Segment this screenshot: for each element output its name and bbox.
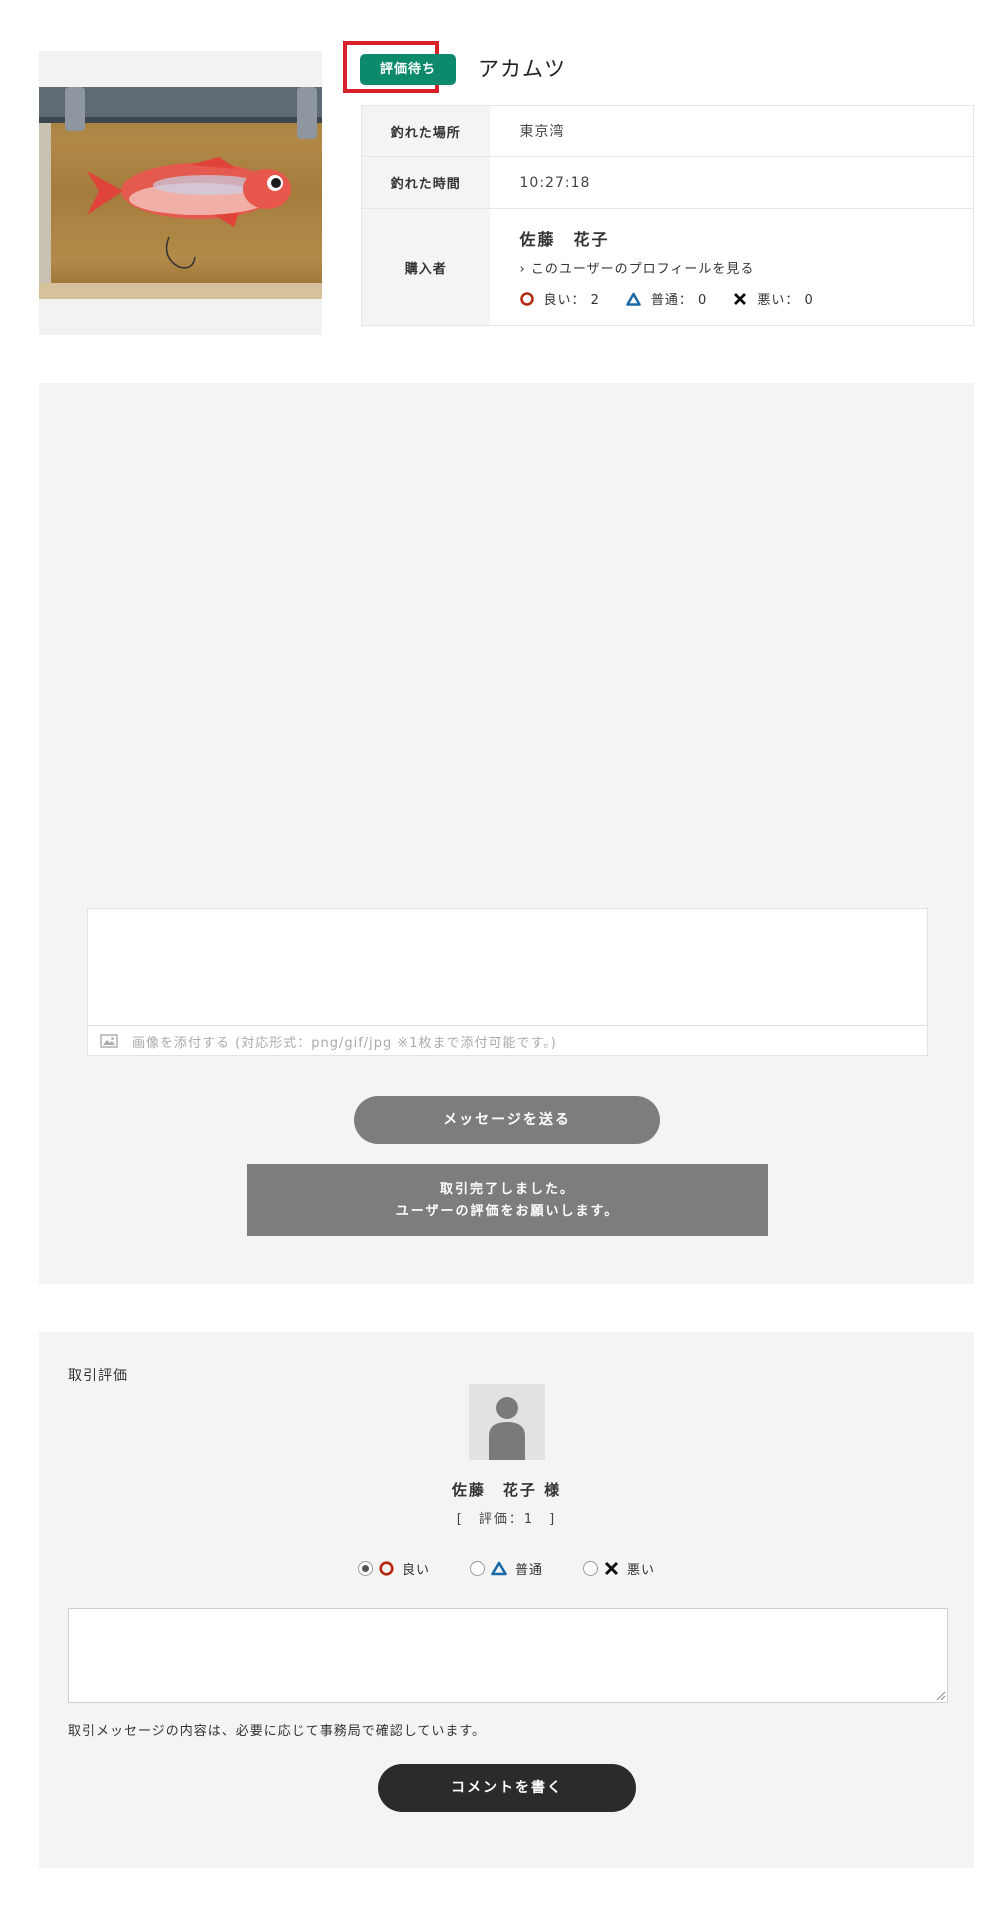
rating-normal-text: 普通： 0 (650, 293, 708, 308)
cross-icon (734, 292, 747, 305)
item-details-table: 釣れた場所 東京湾 釣れた時間 10:27:18 購入者 佐藤 花子 › このユ… (361, 105, 974, 326)
profile-link-label: このユーザーのプロフィールを見る (530, 262, 755, 277)
attach-image-button[interactable]: 画像を添付する (対応形式：png/gif/jpg ※1枚まで添付可能です。) (88, 1025, 927, 1056)
image-icon (100, 1034, 118, 1048)
profile-link[interactable]: › このユーザーのプロフィールを見る (520, 258, 974, 277)
triangle-icon (491, 1561, 507, 1576)
review-title: 取引評価 (68, 1368, 128, 1384)
location-label: 釣れた場所 (361, 105, 490, 157)
triangle-icon (626, 292, 641, 306)
complete-line-1: 取引完了しました。 (439, 1182, 575, 1197)
rating-option-normal[interactable]: 普通 (469, 1559, 543, 1578)
user-silhouette-icon (489, 1397, 525, 1460)
status-badge: 評価待ち (360, 54, 456, 85)
complete-line-2: ユーザーの評価をお願いします。 (395, 1204, 620, 1219)
fish-photo-frame (39, 51, 322, 335)
message-compose-box: 画像を添付する (対応形式：png/gif/jpg ※1枚まで添付可能です。) (87, 908, 928, 1056)
buyer-ratings: 良い： 2 普通： 0 悪い： 0 (519, 289, 974, 308)
rating-good: 良い： 2 (519, 289, 600, 308)
resize-grip-icon[interactable] (934, 1689, 946, 1701)
rating-option-bad-label: 悪い (627, 1563, 656, 1578)
fish-photo (39, 87, 322, 299)
rating-bad: 悪い： 0 (733, 289, 813, 308)
radio-good[interactable] (357, 1561, 373, 1576)
buyer-label: 購入者 (361, 208, 490, 326)
review-comment-input[interactable] (68, 1608, 948, 1703)
avatar (469, 1384, 545, 1460)
review-panel: 取引評価 佐藤 花子 様 [ 評価：1 ] 良い 普通 悪い 取引メッセージの内… (39, 1332, 974, 1868)
send-message-button[interactable]: メッセージを送る (354, 1096, 660, 1144)
rating-option-normal-label: 普通 (514, 1563, 543, 1578)
circle-icon (519, 291, 534, 306)
buyer-cell: 佐藤 花子 › このユーザーのプロフィールを見る 良い： 2 普通： 0 悪い：… (489, 208, 974, 326)
radio-bad[interactable] (583, 1561, 598, 1576)
rating-normal: 普通： 0 (626, 289, 707, 308)
rating-option-good-label: 良い (401, 1563, 430, 1578)
location-value: 東京湾 (519, 124, 565, 140)
item-title: アカムツ (478, 57, 566, 81)
rating-good-text: 良い： 2 (543, 293, 600, 308)
rating-option-bad[interactable]: 悪い (583, 1559, 655, 1578)
chevron-right-icon: › (519, 262, 526, 277)
message-input[interactable] (88, 909, 927, 1025)
buyer-name: 佐藤 花子 (519, 230, 610, 249)
message-panel: 画像を添付する (対応形式：png/gif/jpg ※1枚まで添付可能です。) … (39, 383, 974, 1284)
time-value: 10:27:18 (489, 156, 974, 209)
radio-normal[interactable] (469, 1561, 485, 1576)
write-comment-button[interactable]: コメントを書く (378, 1764, 636, 1812)
time-label: 釣れた時間 (361, 156, 490, 209)
attach-image-label: 画像を添付する (対応形式：png/gif/jpg ※1枚まで添付可能です。) (132, 1035, 557, 1051)
rating-bad-text: 悪い： 0 (757, 293, 814, 308)
reviewed-user-score: [ 評価：1 ] (456, 1512, 557, 1527)
reviewed-user-name: 佐藤 花子 様 (451, 1481, 562, 1499)
rating-options: 良い 普通 悪い (39, 1559, 974, 1578)
rating-option-good[interactable]: 良い (357, 1559, 430, 1578)
transaction-complete-notice: 取引完了しました。 ユーザーの評価をお願いします。 (247, 1164, 768, 1236)
circle-icon (379, 1561, 394, 1576)
review-note: 取引メッセージの内容は、必要に応じて事務局で確認しています。 (68, 1724, 487, 1739)
cross-icon (604, 1561, 619, 1576)
